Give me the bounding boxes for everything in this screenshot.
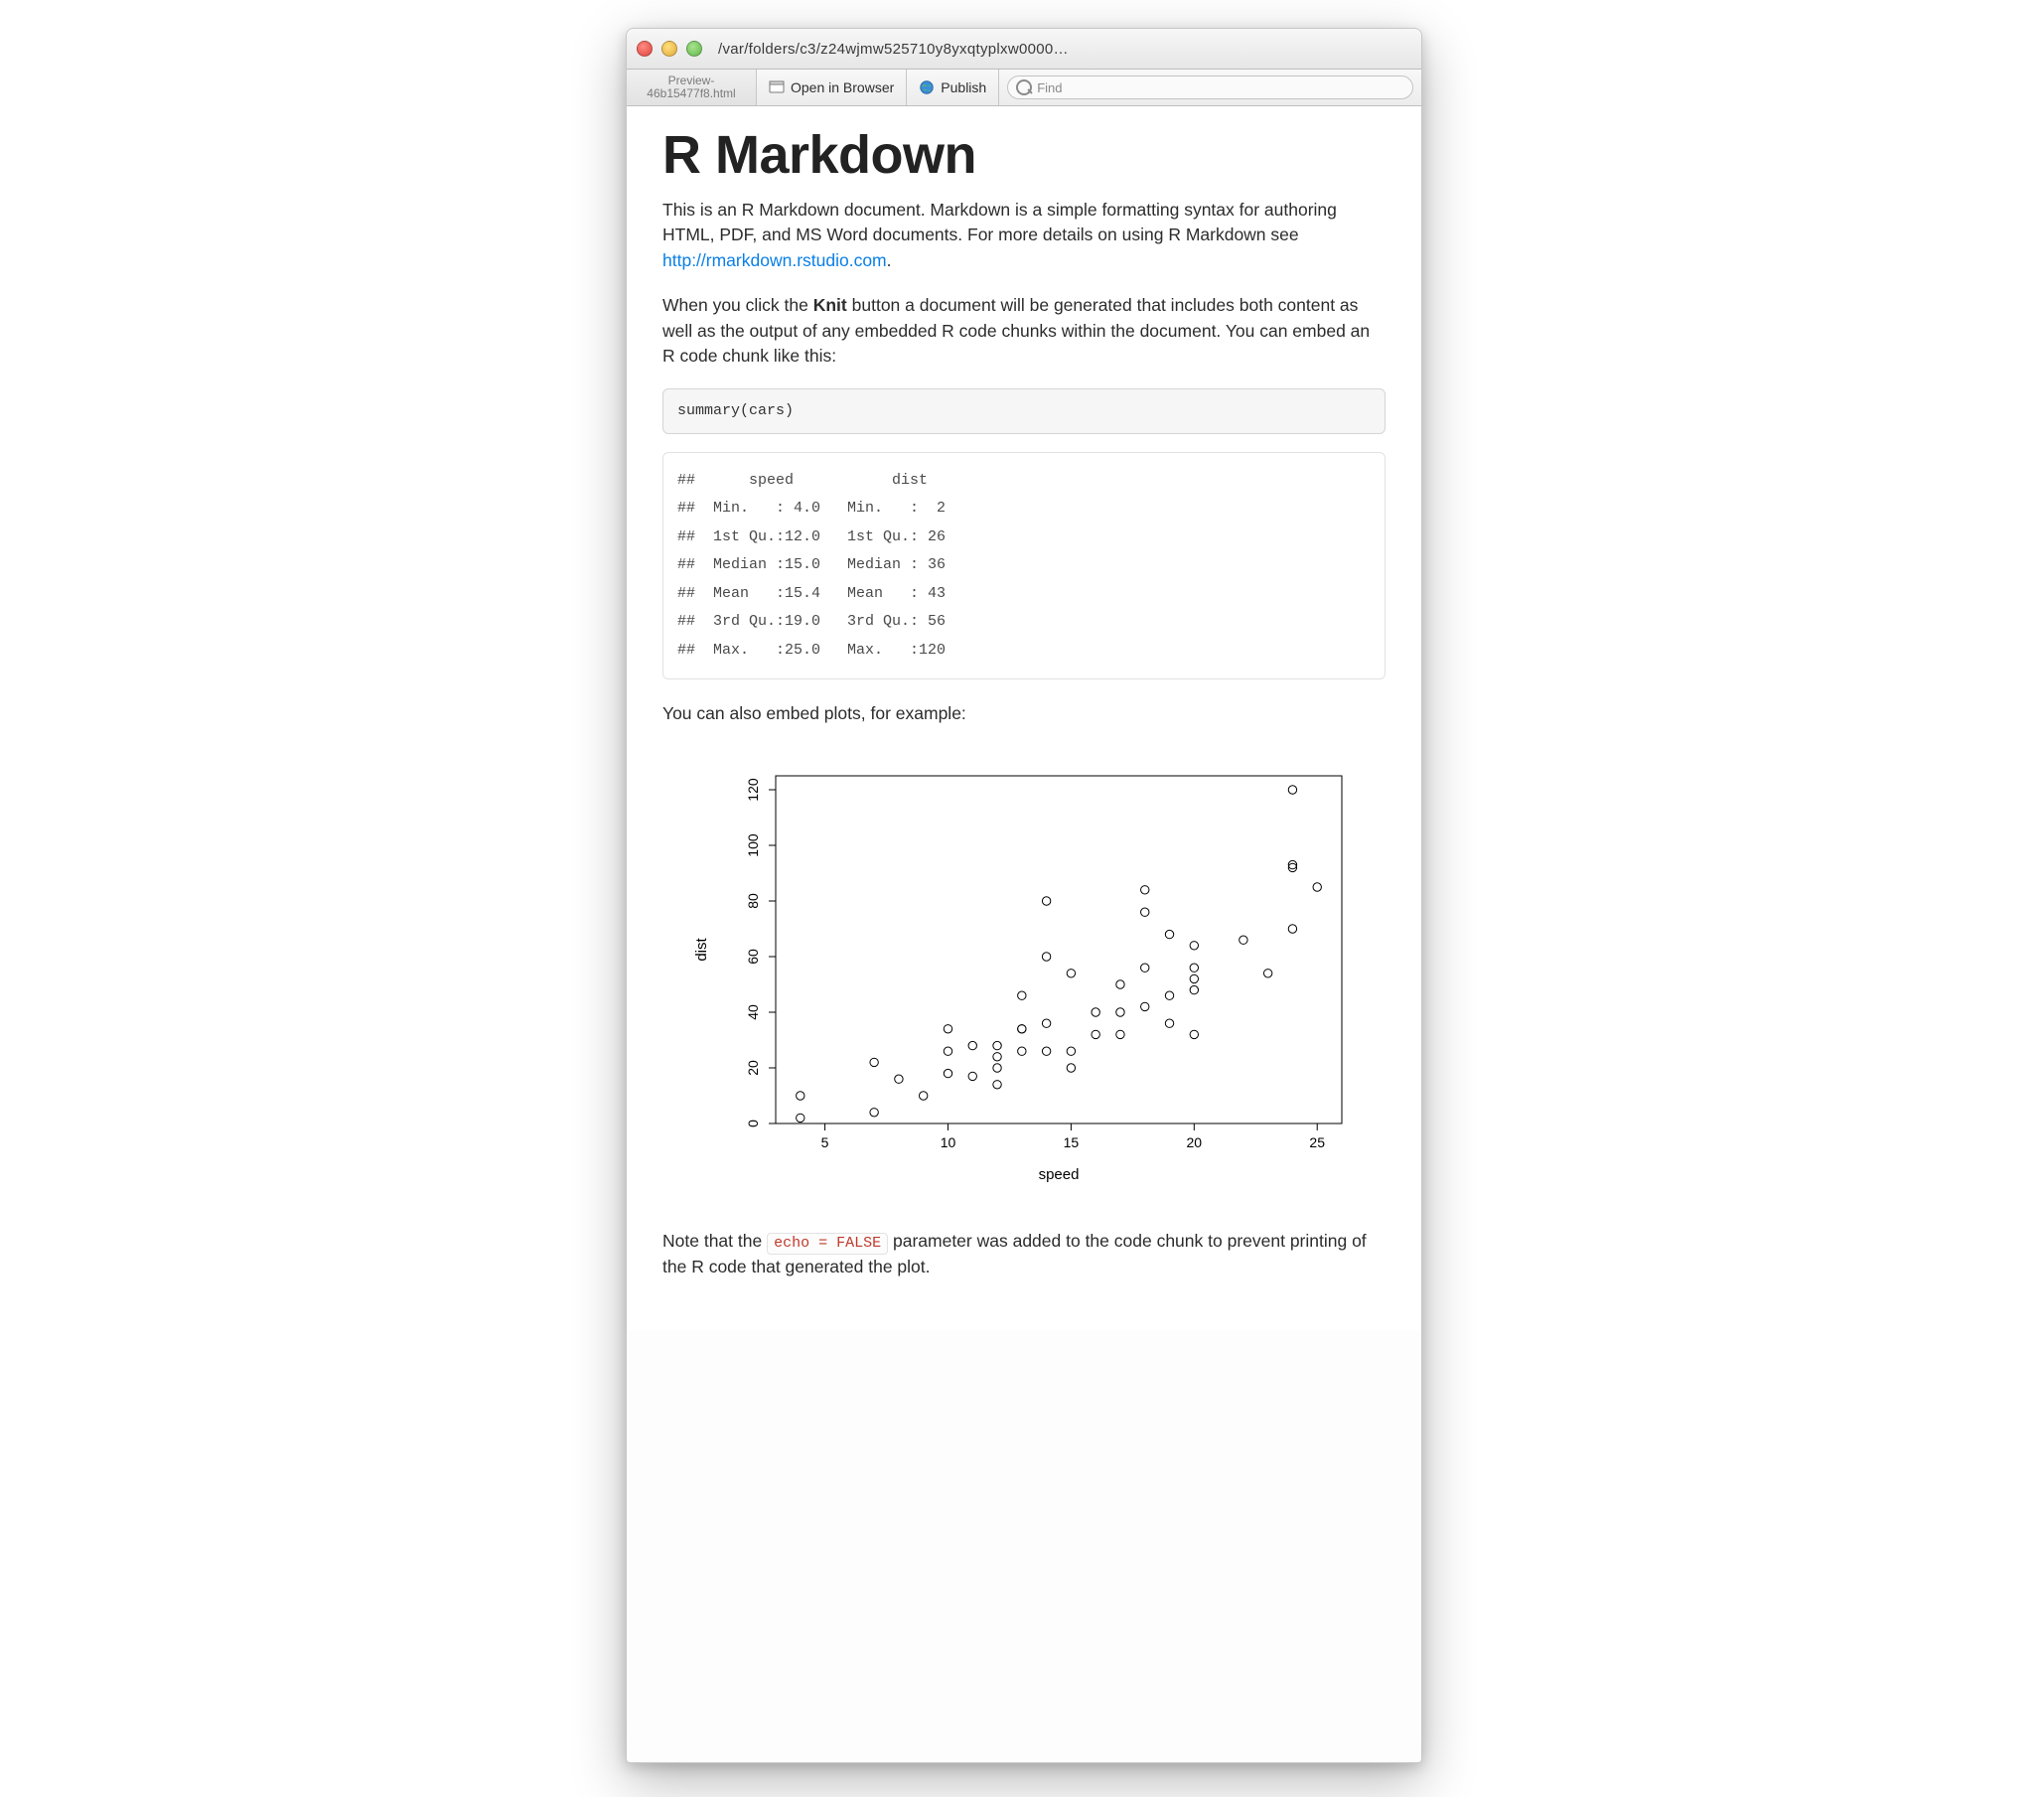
echo-false-paragraph: Note that the echo = FALSE parameter was… <box>662 1229 1386 1279</box>
find-container: Find <box>999 70 1421 105</box>
echo-text-a: Note that the <box>662 1231 767 1251</box>
titlebar: /var/folders/c3/z24wjmw525710y8yxqtyplxw… <box>627 29 1421 70</box>
svg-text:25: 25 <box>1309 1134 1325 1150</box>
open-in-browser-label: Open in Browser <box>791 79 894 95</box>
svg-text:dist: dist <box>693 938 710 962</box>
find-placeholder: Find <box>1037 80 1062 95</box>
cars-scatter-plot: 5 10 15 20 25 0 20 40 60 80 100 120 speed dist <box>686 756 1362 1193</box>
preview-toolbar: Preview- 46b15477f8.html Open in Browser <box>627 70 1421 106</box>
zoom-window-button[interactable] <box>686 41 702 57</box>
open-in-browser-button[interactable]: Open in Browser <box>757 70 907 105</box>
find-input[interactable]: Find <box>1007 75 1413 99</box>
svg-text:100: 100 <box>745 833 761 857</box>
svg-text:0: 0 <box>745 1120 761 1127</box>
knit-bold: Knit <box>813 295 847 315</box>
svg-text:5: 5 <box>821 1134 829 1150</box>
embed-plots-paragraph: You can also embed plots, for example: <box>662 701 1386 726</box>
intro-text-b: . <box>887 250 892 270</box>
close-window-button[interactable] <box>637 41 653 57</box>
code-chunk-text: summary(cars) <box>677 402 794 419</box>
svg-text:80: 80 <box>745 893 761 909</box>
publish-label: Publish <box>941 79 986 95</box>
traffic-lights <box>637 41 702 57</box>
plot-container: 5 10 15 20 25 0 20 40 60 80 100 120 speed dist <box>662 756 1386 1193</box>
search-icon <box>1016 79 1032 95</box>
preview-tab[interactable]: Preview- 46b15477f8.html <box>627 70 757 105</box>
svg-text:120: 120 <box>745 778 761 802</box>
page-title: R Markdown <box>662 124 1386 186</box>
rmarkdown-link[interactable]: http://rmarkdown.rstudio.com <box>662 250 887 270</box>
knit-text-a: When you click the <box>662 295 813 315</box>
browser-icon <box>769 79 785 95</box>
code-chunk-summary: summary(cars) <box>662 388 1386 433</box>
svg-text:15: 15 <box>1064 1134 1080 1150</box>
knit-paragraph: When you click the Knit button a documen… <box>662 293 1386 369</box>
svg-text:40: 40 <box>745 1004 761 1020</box>
minimize-window-button[interactable] <box>661 41 677 57</box>
publish-button[interactable]: Publish <box>907 70 999 105</box>
preview-window: /var/folders/c3/z24wjmw525710y8yxqtyplxw… <box>626 28 1422 1763</box>
svg-text:20: 20 <box>1187 1134 1203 1150</box>
window-title-path: /var/folders/c3/z24wjmw525710y8yxqtyplxw… <box>702 41 1411 58</box>
intro-text-a: This is an R Markdown document. Markdown… <box>662 200 1337 244</box>
svg-text:60: 60 <box>745 949 761 965</box>
svg-text:speed: speed <box>1039 1166 1080 1183</box>
document-body: R Markdown This is an R Markdown documen… <box>627 106 1421 1330</box>
svg-text:10: 10 <box>941 1134 956 1150</box>
inline-code-echo-false: echo = FALSE <box>767 1233 888 1255</box>
preview-tab-line2: 46b15477f8.html <box>647 87 735 100</box>
svg-text:20: 20 <box>745 1060 761 1076</box>
intro-paragraph: This is an R Markdown document. Markdown… <box>662 198 1386 273</box>
globe-icon <box>919 79 935 95</box>
summary-output: ## speed dist ## Min. : 4.0 Min. : 2 ## … <box>662 452 1386 680</box>
